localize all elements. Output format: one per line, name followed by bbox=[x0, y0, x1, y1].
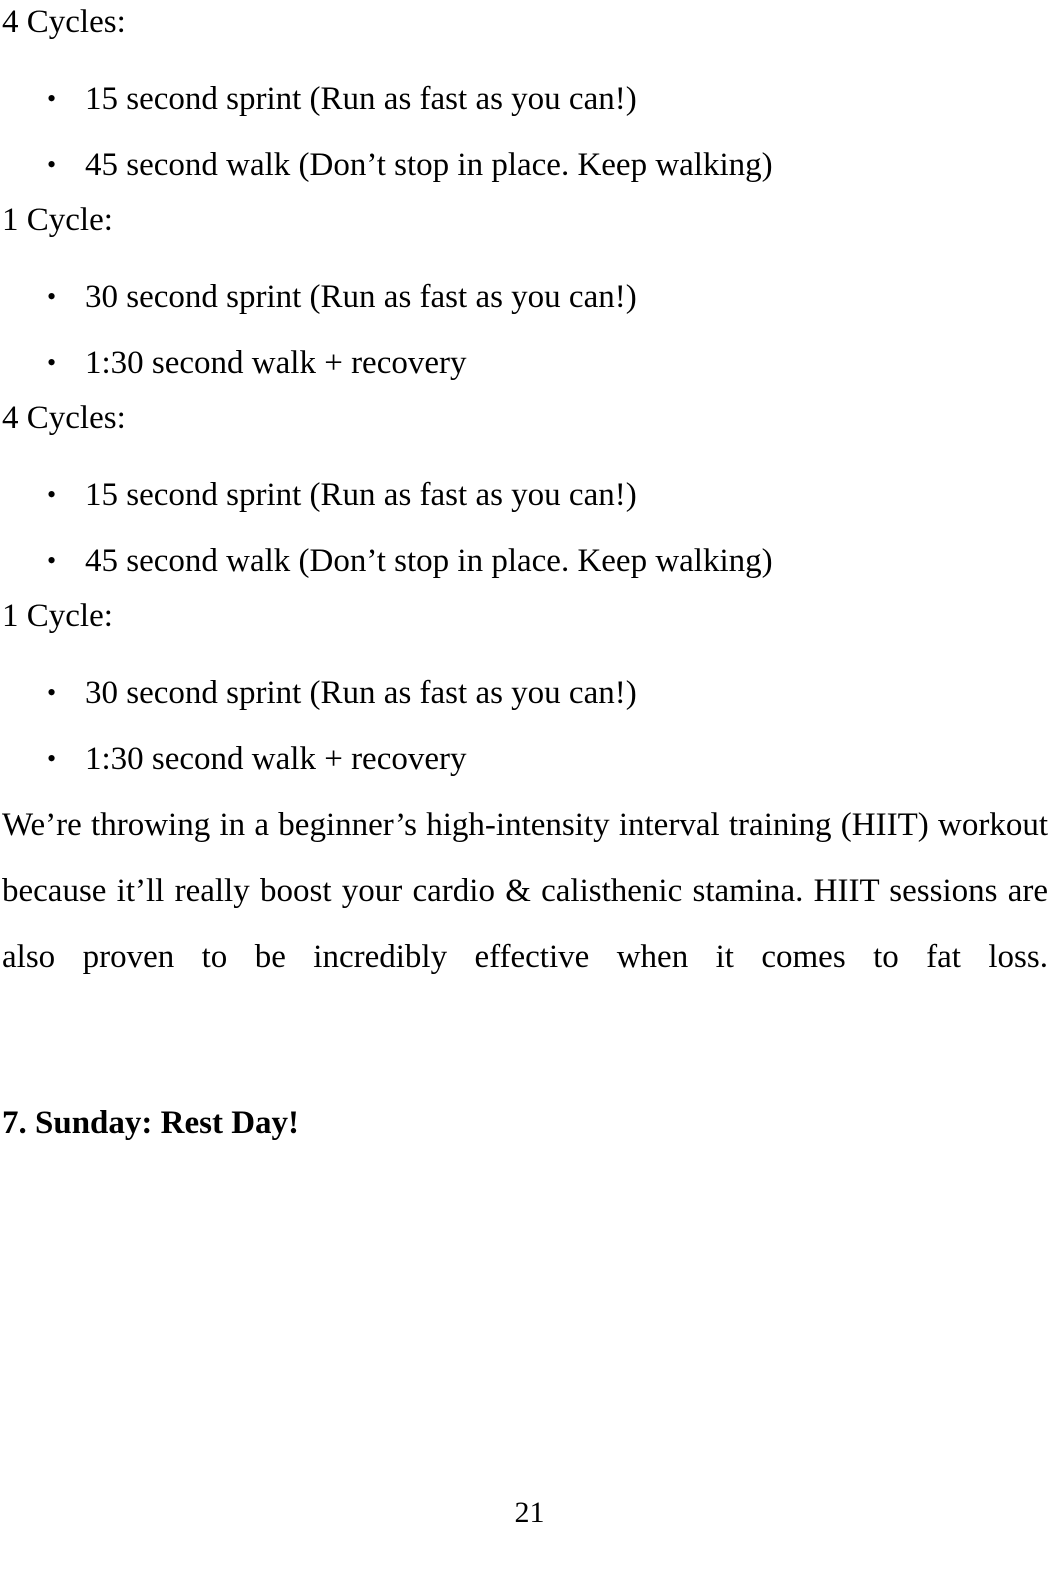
document-page: 4 Cycles: • 15 second sprint (Run as fas… bbox=[0, 0, 1059, 1588]
list-item-label: 1:30 second walk + recovery bbox=[85, 345, 467, 381]
page-number: 21 bbox=[514, 1496, 545, 1529]
list-item: • 1:30 second walk + recovery bbox=[2, 330, 1048, 396]
list-item: • 45 second walk (Don’t stop in place. K… bbox=[2, 528, 1048, 594]
list-item-label: 30 second sprint (Run as fast as you can… bbox=[85, 675, 637, 711]
list-item-label: 30 second sprint (Run as fast as you can… bbox=[85, 279, 637, 315]
list-item: • 15 second sprint (Run as fast as you c… bbox=[2, 66, 1048, 132]
bullet-icon: • bbox=[47, 84, 57, 113]
section-heading: 7. Sunday: Rest Day! bbox=[2, 1105, 300, 1141]
list-item-label: 45 second walk (Don’t stop in place. Kee… bbox=[85, 147, 773, 183]
page-content: 4 Cycles: • 15 second sprint (Run as fas… bbox=[2, 0, 1048, 1156]
cycle-heading: 1 Cycle: bbox=[2, 202, 113, 238]
bullet-list: • 15 second sprint (Run as fast as you c… bbox=[2, 66, 1048, 198]
bullet-icon: • bbox=[47, 546, 57, 575]
bullet-list: • 15 second sprint (Run as fast as you c… bbox=[2, 462, 1048, 594]
list-item: • 1:30 second walk + recovery bbox=[2, 726, 1048, 792]
bullet-icon: • bbox=[47, 744, 57, 773]
bullet-icon: • bbox=[47, 150, 57, 179]
list-item: • 30 second sprint (Run as fast as you c… bbox=[2, 264, 1048, 330]
bullet-icon: • bbox=[47, 678, 57, 707]
list-item-label: 15 second sprint (Run as fast as you can… bbox=[85, 477, 637, 513]
list-item-label: 15 second sprint (Run as fast as you can… bbox=[85, 81, 637, 117]
list-item: • 30 second sprint (Run as fast as you c… bbox=[2, 660, 1048, 726]
list-item-label: 45 second walk (Don’t stop in place. Kee… bbox=[85, 543, 773, 579]
body-paragraph: We’re throwing in a beginner’s high-inte… bbox=[2, 807, 1048, 975]
bullet-list: • 30 second sprint (Run as fast as you c… bbox=[2, 264, 1048, 396]
bullet-icon: • bbox=[47, 348, 57, 377]
cycle-heading: 4 Cycles: bbox=[2, 400, 126, 436]
list-item: • 45 second walk (Don’t stop in place. K… bbox=[2, 132, 1048, 198]
bullet-list: • 30 second sprint (Run as fast as you c… bbox=[2, 660, 1048, 792]
bullet-icon: • bbox=[47, 480, 57, 509]
cycle-heading: 4 Cycles: bbox=[2, 4, 126, 40]
cycle-heading: 1 Cycle: bbox=[2, 598, 113, 634]
list-item-label: 1:30 second walk + recovery bbox=[85, 741, 467, 777]
bullet-icon: • bbox=[47, 282, 57, 311]
list-item: • 15 second sprint (Run as fast as you c… bbox=[2, 462, 1048, 528]
